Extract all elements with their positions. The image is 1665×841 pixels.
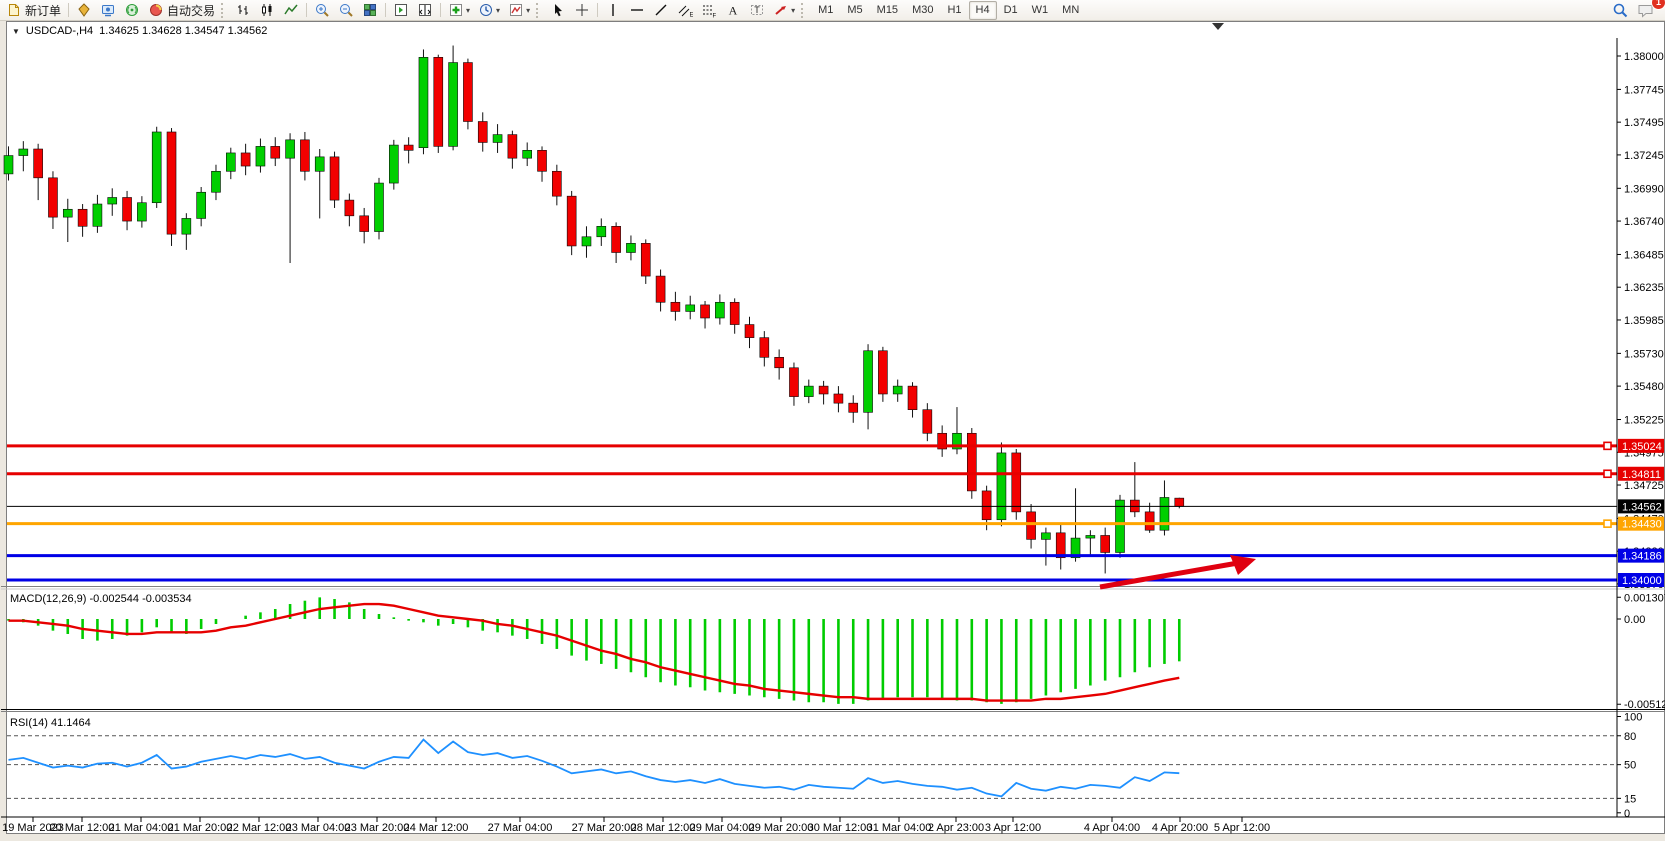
chart-ohlc-values: 1.34625 1.34628 1.34547 1.34562 <box>99 25 267 37</box>
arrows-button[interactable]: ▾ <box>769 0 799 20</box>
chevron-down-icon[interactable]: ▾ <box>466 6 470 15</box>
svg-text:F: F <box>713 14 717 19</box>
crosshair-icon <box>574 2 590 18</box>
fibonacci-button[interactable]: F <box>697 0 721 20</box>
cascade-windows-button[interactable] <box>413 0 437 20</box>
news-button[interactable] <box>120 0 144 20</box>
tf-m15[interactable]: M15 <box>870 1 905 20</box>
crosshair-button[interactable] <box>570 0 594 20</box>
equidistant-channel-button[interactable]: E <box>673 0 697 20</box>
autotrading-button-label: 自动交易 <box>167 2 215 19</box>
zoom-out-button[interactable] <box>334 0 358 20</box>
tf-m1[interactable]: M1 <box>811 1 840 20</box>
svg-text:T: T <box>754 5 760 15</box>
svg-text:A: A <box>729 4 738 18</box>
tf-h4[interactable]: H4 <box>969 1 997 20</box>
chart-titlebar[interactable]: ▼ USDCAD-,H4 1.34625 1.34628 1.34547 1.3… <box>12 25 267 37</box>
trendline-button[interactable] <box>649 0 673 20</box>
zoom-out-icon <box>338 2 354 18</box>
equidistant-channel-icon: E <box>677 2 693 18</box>
autotrading-button[interactable]: 自动交易 <box>144 0 219 20</box>
toolbar-separator <box>68 3 69 17</box>
chevron-down-icon[interactable]: ▾ <box>791 6 795 15</box>
bar-chart-icon <box>235 2 251 18</box>
arrange-windows-icon <box>393 2 409 18</box>
zoom-in-icon <box>314 2 330 18</box>
toolbar-right-group: 1 <box>1608 0 1665 20</box>
tf-w1[interactable]: W1 <box>1025 1 1056 20</box>
tf-mn[interactable]: MN <box>1055 1 1086 20</box>
cursor-button[interactable] <box>546 0 570 20</box>
autotrading-icon <box>148 2 164 18</box>
tf-d1[interactable]: D1 <box>997 1 1025 20</box>
arrows-icon <box>773 2 789 18</box>
new-order-button-label: 新订单 <box>25 2 61 19</box>
toolbar-separator <box>597 3 598 17</box>
news-icon <box>124 2 140 18</box>
line-chart-icon <box>283 2 299 18</box>
toolbar-separator <box>536 3 542 18</box>
candlestick-chart-icon <box>259 2 275 18</box>
profile-button[interactable] <box>72 0 96 20</box>
toolbar-separator <box>440 3 441 17</box>
tile-windows-button[interactable] <box>358 0 382 20</box>
vertical-line-icon <box>605 2 621 18</box>
periods-icon <box>478 2 494 18</box>
indicators-button[interactable]: ▾ <box>444 0 474 20</box>
chart-symbol-period: USDCAD-,H4 <box>26 25 93 37</box>
tester-icon <box>100 2 116 18</box>
svg-text:E: E <box>690 13 694 19</box>
chevron-down-icon[interactable]: ▾ <box>496 6 500 15</box>
search-icon <box>1612 2 1629 19</box>
cursor-icon <box>550 2 566 18</box>
chevron-down-icon[interactable]: ▾ <box>526 6 530 15</box>
arrange-windows-button[interactable] <box>389 0 413 20</box>
line-chart-button[interactable] <box>279 0 303 20</box>
profile-icon <box>76 2 92 18</box>
tile-windows-icon <box>362 2 378 18</box>
toolbar-separator <box>221 3 227 18</box>
search-button[interactable] <box>1608 0 1633 20</box>
bar-chart-button[interactable] <box>231 0 255 20</box>
periods-button[interactable]: ▾ <box>474 0 504 20</box>
new-order-button[interactable]: 新订单 <box>2 0 65 20</box>
text-label-button[interactable]: T <box>745 0 769 20</box>
new-order-icon <box>6 2 22 18</box>
notification-badge: 1 <box>1651 0 1665 10</box>
cascade-windows-icon <box>417 2 433 18</box>
toolbar-separator <box>385 3 386 17</box>
main-toolbar: 新订单 自动交易 ▾ ▾ ▾ E F A T ▾ M1M5M15M30H1H4D1W1MN 1 <box>0 0 1665 21</box>
mt4-application: 新订单 自动交易 ▾ ▾ ▾ E F A T ▾ M1M5M15M30H1H4D1W1MN 1 ▼ U… <box>0 0 1665 841</box>
text-label-icon: T <box>749 2 765 18</box>
zoom-in-button[interactable] <box>310 0 334 20</box>
tf-m5[interactable]: M5 <box>840 1 869 20</box>
tf-m30[interactable]: M30 <box>905 1 940 20</box>
chart-window[interactable] <box>6 21 1665 834</box>
toolbar-separator <box>801 3 807 18</box>
horizontal-line-button[interactable] <box>625 0 649 20</box>
strategy-tester-button[interactable] <box>96 0 120 20</box>
chart-dropdown-icon[interactable]: ▼ <box>12 27 20 36</box>
templates-button[interactable]: ▾ <box>504 0 534 20</box>
indicators-icon <box>448 2 464 18</box>
text-icon: A <box>725 2 741 18</box>
tf-h1[interactable]: H1 <box>940 1 968 20</box>
trendline-icon <box>653 2 669 18</box>
fibonacci-icon: F <box>701 2 717 18</box>
toolbar-separator <box>306 3 307 17</box>
horizontal-line-icon <box>629 2 645 18</box>
text-button[interactable]: A <box>721 0 745 20</box>
templates-icon <box>508 2 524 18</box>
vertical-line-button[interactable] <box>601 0 625 20</box>
candlestick-chart-button[interactable] <box>255 0 279 20</box>
